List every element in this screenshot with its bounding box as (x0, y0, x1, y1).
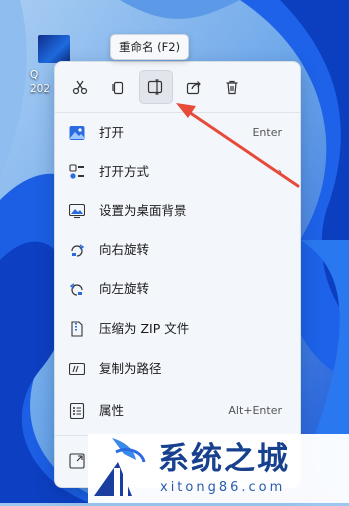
menu-item-label: 打开 (99, 125, 125, 140)
watermark-url: xitong86.com (160, 480, 286, 495)
image-icon (69, 126, 85, 140)
delete-button[interactable] (215, 70, 249, 104)
tooltip: 重命名 (F2) (110, 34, 190, 60)
rename-icon (147, 79, 163, 95)
menu-item-rotate-right[interactable]: 向右旋转 (59, 231, 296, 269)
menu-item-label: 打开方式 (99, 164, 150, 179)
show-more-icon (69, 453, 85, 469)
desktop-file-icon[interactable] (38, 35, 70, 63)
watermark-logo: 系统之城 xitong86.com (88, 434, 349, 503)
menu-item-label: 复制为路径 (99, 361, 162, 376)
delete-icon (226, 80, 238, 95)
rename-button[interactable] (139, 70, 173, 104)
rotate-left-icon (69, 283, 83, 296)
menu-item-label: 设置为桌面背景 (99, 203, 187, 218)
shortcut-label: Enter (252, 126, 282, 139)
submenu-chevron-icon: › (277, 165, 282, 178)
rotate-right-icon (71, 244, 85, 257)
share-icon (186, 81, 201, 95)
cut-button[interactable] (63, 70, 97, 104)
menu-item-label: 向左旋转 (99, 281, 150, 296)
watermark-title: 系统之城 (158, 441, 290, 477)
context-toolbar (63, 70, 249, 106)
menu-item-properties[interactable]: 属性 Alt+Enter (59, 392, 296, 430)
shortcut-label: Alt+Enter (228, 404, 282, 417)
menu-item-open-with[interactable]: 打开方式 › (59, 153, 296, 191)
open-with-icon (69, 164, 84, 179)
context-menu: 打开 Enter 打开方式 › 设置为桌面背景 向右旋转 向左旋转 压缩为 ZI… (54, 61, 301, 488)
toolbar-separator (55, 112, 300, 113)
cut-icon (72, 80, 88, 95)
copy-button[interactable] (101, 70, 135, 104)
menu-item-set-wallpaper[interactable]: 设置为桌面背景 (59, 192, 296, 230)
menu-item-label: 压缩为 ZIP 文件 (99, 321, 190, 336)
share-button[interactable] (177, 70, 211, 104)
copy-path-icon (69, 362, 85, 376)
menu-item-copy-path[interactable]: 复制为路径 (59, 350, 296, 388)
copy-icon (112, 81, 124, 95)
menu-item-label: 向右旋转 (99, 242, 150, 257)
menu-item-open[interactable]: 打开 Enter (59, 114, 296, 152)
zip-icon (71, 321, 83, 337)
menu-item-label: 属性 (99, 403, 125, 418)
menu-item-rotate-left[interactable]: 向左旋转 (59, 270, 296, 308)
wallpaper-icon (69, 203, 85, 219)
properties-icon (69, 403, 85, 419)
menu-item-zip[interactable]: 压缩为 ZIP 文件 (59, 310, 296, 348)
